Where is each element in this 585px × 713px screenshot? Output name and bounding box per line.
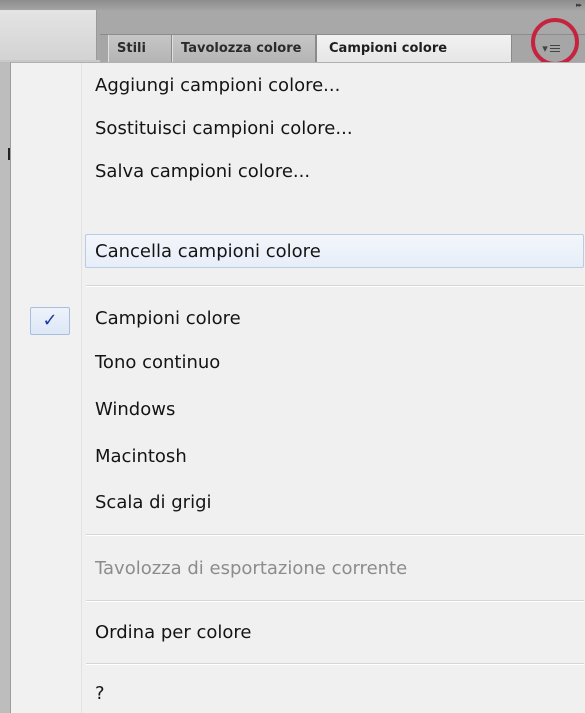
menu-item-label: Aggiungi campioni colore... bbox=[95, 75, 341, 96]
menu-item-replace-swatches[interactable]: Sostituisci campioni colore... bbox=[11, 112, 584, 146]
highlight-circle-annotation bbox=[531, 18, 579, 66]
tab-styles[interactable]: Stili bbox=[108, 35, 172, 62]
menu-item-grayscale[interactable]: Scala di grigi bbox=[11, 486, 584, 520]
menu-item-continuous-tone[interactable]: Tono continuo bbox=[11, 346, 584, 380]
menu-item-label: Tono continuo bbox=[95, 352, 221, 373]
menu-item-label: Campioni colore bbox=[95, 308, 241, 329]
tab-color-palette[interactable]: Tavolozza colore bbox=[172, 35, 316, 62]
checkmark-icon: ✓ bbox=[30, 307, 70, 335]
menu-separator bbox=[86, 285, 584, 287]
menu-item-label: ? bbox=[95, 683, 105, 704]
menu-item-label: Cancella campioni colore bbox=[95, 241, 321, 262]
menu-item-help[interactable]: ? bbox=[11, 677, 584, 711]
menu-item-sort-by-color[interactable]: Ordina per colore bbox=[11, 616, 584, 650]
menu-item-swatches-library[interactable]: ✓ Campioni colore bbox=[11, 302, 584, 336]
left-panel bbox=[0, 10, 97, 60]
menu-item-label: Scala di grigi bbox=[95, 492, 212, 513]
menu-item-windows[interactable]: Windows bbox=[11, 393, 584, 427]
menu-item-label: Sostituisci campioni colore... bbox=[95, 118, 353, 139]
menu-item-add-swatches[interactable]: Aggiungi campioni colore... bbox=[11, 69, 584, 103]
grip-icon[interactable]: ▸▸ bbox=[576, 1, 582, 9]
menu-item-label: Macintosh bbox=[95, 446, 187, 467]
menu-item-current-export-palette: Tavolozza di esportazione corrente bbox=[11, 552, 584, 586]
panel-tab-bar: Stili Tavolozza colore Campioni colore bbox=[100, 34, 585, 63]
menu-item-label: Tavolozza di esportazione corrente bbox=[95, 558, 408, 579]
menu-item-label: Windows bbox=[95, 399, 176, 420]
menu-item-macintosh[interactable]: Macintosh bbox=[11, 440, 584, 474]
menu-separator bbox=[86, 534, 584, 536]
menu-separator bbox=[86, 663, 584, 665]
panel-dropdown-menu: Aggiungi campioni colore... Sostituisci … bbox=[10, 62, 585, 713]
menu-item-label: Salva campioni colore... bbox=[95, 161, 311, 182]
menu-item-clear-swatches[interactable]: Cancella campioni colore bbox=[85, 234, 584, 268]
menu-item-save-swatches[interactable]: Salva campioni colore... bbox=[11, 155, 584, 189]
app-top-bar: ▸▸ bbox=[0, 0, 585, 10]
menu-item-label: Ordina per colore bbox=[95, 622, 252, 643]
tab-swatches[interactable]: Campioni colore bbox=[316, 35, 512, 62]
menu-separator bbox=[86, 600, 584, 602]
